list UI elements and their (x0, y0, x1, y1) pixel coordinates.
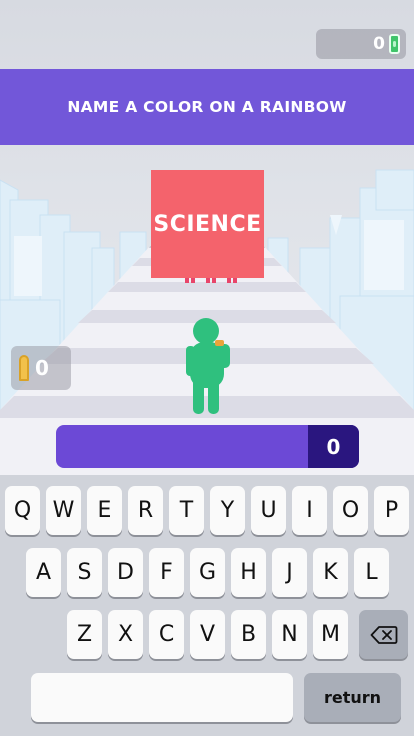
key-m[interactable]: M (313, 610, 348, 659)
key-l[interactable]: L (354, 548, 389, 597)
key-h[interactable]: H (231, 548, 266, 597)
gate-label: SCIENCE (153, 211, 262, 237)
money-count: 0 (373, 34, 385, 54)
keyboard: Q W E R T Y U I O P A S D F G H J K L Z … (0, 475, 414, 736)
question-banner: NAME A COLOR ON A RAINBOW (0, 69, 414, 145)
game-scene: SCIENCE 0 NAME A COLOR ON A RAINBOW 0 0 (0, 0, 414, 475)
space-key[interactable] (31, 673, 293, 722)
key-j[interactable]: J (272, 548, 307, 597)
key-c[interactable]: C (149, 610, 184, 659)
backspace-key[interactable] (359, 610, 408, 659)
key-d[interactable]: D (108, 548, 143, 597)
key-q[interactable]: Q (5, 486, 40, 535)
ammo-counter: 0 (11, 346, 71, 390)
key-e[interactable]: E (87, 486, 122, 535)
key-n[interactable]: N (272, 610, 307, 659)
key-s[interactable]: S (67, 548, 102, 597)
key-a[interactable]: A (26, 548, 61, 597)
key-k[interactable]: K (313, 548, 348, 597)
ammo-count: 0 (35, 356, 49, 380)
key-i[interactable]: I (292, 486, 327, 535)
question-text: NAME A COLOR ON A RAINBOW (67, 98, 347, 116)
key-r[interactable]: R (128, 486, 163, 535)
key-t[interactable]: T (169, 486, 204, 535)
key-u[interactable]: U (251, 486, 286, 535)
key-f[interactable]: F (149, 548, 184, 597)
key-w[interactable]: W (46, 486, 81, 535)
money-counter: 0 (316, 29, 406, 59)
return-key[interactable]: return (304, 673, 401, 722)
key-y[interactable]: Y (210, 486, 245, 535)
answer-score: 0 (308, 425, 359, 468)
bullet-icon (19, 355, 29, 381)
key-z[interactable]: Z (67, 610, 102, 659)
key-x[interactable]: X (108, 610, 143, 659)
answer-gate: SCIENCE (151, 170, 264, 278)
answer-bar: 0 (56, 425, 359, 468)
backspace-icon (370, 625, 397, 644)
key-p[interactable]: P (374, 486, 409, 535)
key-b[interactable]: B (231, 610, 266, 659)
key-o[interactable]: O (333, 486, 368, 535)
key-g[interactable]: G (190, 548, 225, 597)
answer-input[interactable] (56, 425, 308, 468)
cash-icon (389, 34, 400, 54)
key-v[interactable]: V (190, 610, 225, 659)
